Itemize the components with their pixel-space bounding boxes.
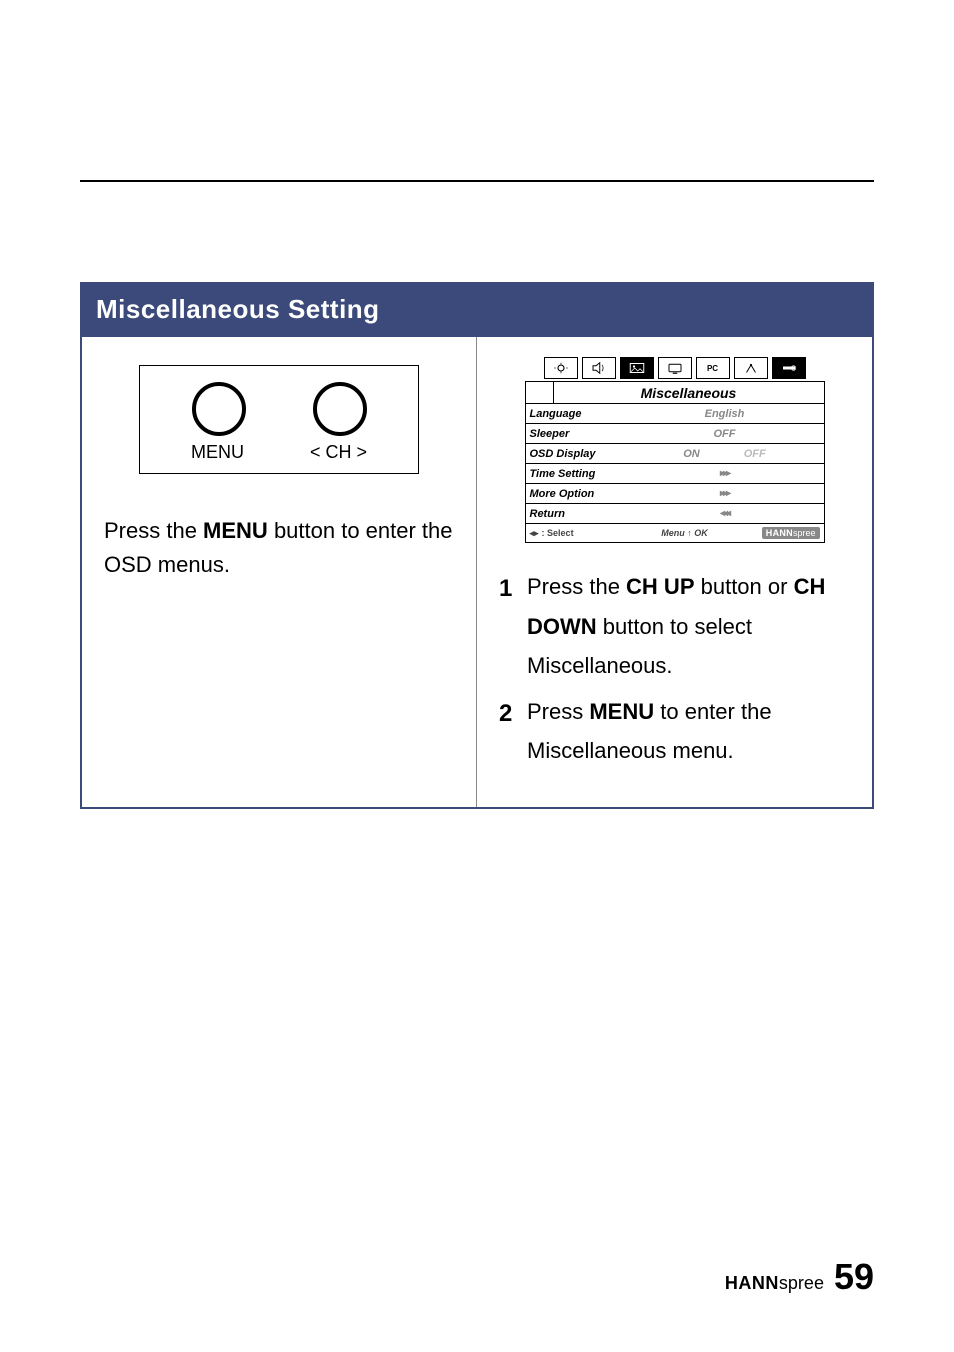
osd-label-return: Return <box>526 508 626 520</box>
osd-menu-screenshot: PC Miscellaneous <box>525 357 825 543</box>
s2-b1: MENU <box>589 699 654 724</box>
page-footer: HANNspree 59 <box>725 1256 874 1298</box>
step-1-text: Press the CH UP button or CH DOWN button… <box>527 567 850 686</box>
osd-row-sleeper: Sleeper OFF <box>526 424 824 444</box>
osd-label-more-option: More Option <box>526 488 626 500</box>
instr-text-bold: MENU <box>203 518 268 543</box>
osd-row-more-option: More Option ▸▸▸ <box>526 484 824 504</box>
osd-footer-brand: HANNspree <box>740 527 820 539</box>
osd-footer-menu-ok: Menu ↑ OK <box>630 528 740 538</box>
instr-text-pre: Press the <box>104 518 203 543</box>
osd-tab-pc: PC <box>696 357 730 379</box>
s1-b1: CH UP <box>626 574 694 599</box>
osd-title-text: Miscellaneous <box>554 382 824 403</box>
s1-t2: button or <box>695 574 794 599</box>
section-title: Miscellaneous Setting <box>82 284 872 337</box>
ch-button-icon <box>313 382 367 436</box>
osd-footer-select: ◂▸ : Select <box>530 528 630 539</box>
step-2-number: 2 <box>499 692 527 771</box>
osd-tab-setup <box>734 357 768 379</box>
image-icon <box>628 361 646 375</box>
page-number: 59 <box>834 1256 874 1298</box>
hannspree-badge: HANNspree <box>762 527 820 539</box>
step-1: 1 Press the CH UP button or CH DOWN butt… <box>499 567 850 686</box>
remote-button-row <box>158 382 400 436</box>
osd-value-on: ON <box>683 448 700 460</box>
osd-value-off: OFF <box>744 448 766 460</box>
step-2: 2 Press MENU to enter the Miscellaneous … <box>499 692 850 771</box>
osd-tab-brightness <box>544 357 578 379</box>
ch-button-label: < CH > <box>310 442 367 463</box>
osd-label-time-setting: Time Setting <box>526 468 626 480</box>
left-instruction-text: Press the MENU button to enter the OSD m… <box>104 514 454 582</box>
osd-body: Miscellaneous Language English Sleeper O… <box>525 381 825 543</box>
s2-t1: Press <box>527 699 589 724</box>
s1-t1: Press the <box>527 574 626 599</box>
menu-button-label: MENU <box>191 442 244 463</box>
osd-title-row: Miscellaneous <box>526 382 824 404</box>
osd-tab-misc <box>772 357 806 379</box>
osd-label-osd-display: OSD Display <box>526 448 626 460</box>
step-1-number: 1 <box>499 567 527 686</box>
osd-label-sleeper: Sleeper <box>526 428 626 440</box>
osd-title-blank <box>526 382 554 403</box>
sun-icon <box>552 361 570 375</box>
speaker-icon <box>590 361 608 375</box>
osd-tab-picture <box>620 357 654 379</box>
brand-hann: HANN <box>766 528 793 538</box>
remote-buttons-illustration: MENU < CH > <box>139 365 419 474</box>
osd-row-osd-display: OSD Display ON OFF <box>526 444 824 464</box>
footer-brand-hann: HANN <box>725 1273 779 1293</box>
osd-value-sleeper: OFF <box>714 428 736 440</box>
top-divider <box>80 180 874 182</box>
right-column: PC Miscellaneous <box>477 337 872 807</box>
left-column: MENU < CH > Press the MENU button to ent… <box>82 337 477 807</box>
page: Miscellaneous Setting MENU < CH > Press … <box>0 0 954 1352</box>
osd-value-language: English <box>705 408 745 420</box>
antenna-icon <box>742 361 760 375</box>
instruction-steps: 1 Press the CH UP button or CH DOWN butt… <box>499 567 850 771</box>
osd-label-language: Language <box>526 408 626 420</box>
osd-footer: ◂▸ : Select Menu ↑ OK HANNspree <box>526 524 824 542</box>
tv-icon <box>666 361 684 375</box>
footer-brand-spree: spree <box>779 1273 824 1293</box>
tools-icon <box>780 361 798 375</box>
menu-button-icon <box>192 382 246 436</box>
osd-tab-audio <box>582 357 616 379</box>
arrow-left-icon: ◂◂◂ <box>720 508 729 519</box>
osd-footer-select-text: : Select <box>542 528 574 538</box>
brand-spree: spree <box>793 528 816 538</box>
osd-tab-strip: PC <box>525 357 825 379</box>
two-column-layout: MENU < CH > Press the MENU button to ent… <box>82 337 872 807</box>
arrow-right-icon: ▸▸▸ <box>720 468 729 479</box>
osd-row-time-setting: Time Setting ▸▸▸ <box>526 464 824 484</box>
osd-row-language: Language English <box>526 404 824 424</box>
osd-tab-tv <box>658 357 692 379</box>
osd-row-return: Return ◂◂◂ <box>526 504 824 524</box>
arrow-right-icon: ▸▸▸ <box>720 488 729 499</box>
left-right-arrows-icon: ◂▸ <box>530 528 539 539</box>
manual-section-box: Miscellaneous Setting MENU < CH > Press … <box>80 282 874 809</box>
footer-brand: HANNspree <box>725 1273 824 1294</box>
pc-label: PC <box>707 364 718 373</box>
remote-labels-row: MENU < CH > <box>158 442 400 463</box>
step-2-text: Press MENU to enter the Miscellaneous me… <box>527 692 850 771</box>
